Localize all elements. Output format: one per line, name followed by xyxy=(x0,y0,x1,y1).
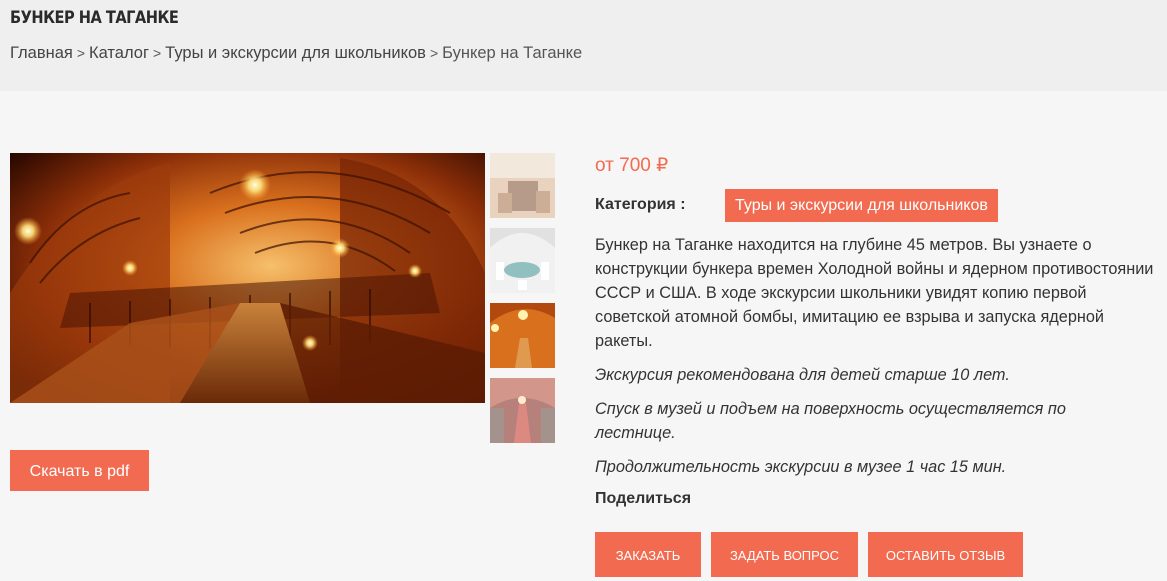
note-stairs: Спуск в музей и подъем на поверхность ос… xyxy=(595,400,1066,442)
download-pdf-button[interactable]: Скачать в pdf xyxy=(10,450,149,491)
share-label: Поделиться xyxy=(595,490,692,507)
product-description: Бункер на Таганке находится на глубине 4… xyxy=(595,236,1154,350)
breadcrumb-separator: > xyxy=(76,45,85,61)
thumbnail-2[interactable] xyxy=(490,228,555,293)
note-duration: Продолжительность экскурсии в музее 1 ча… xyxy=(595,458,1007,476)
note-age: Экскурсия рекомендована для детей старше… xyxy=(595,366,1010,384)
breadcrumb-separator: > xyxy=(429,45,439,61)
thumbnail-4[interactable] xyxy=(490,378,555,443)
price: от 700 ₽ xyxy=(595,155,669,176)
breadcrumb: Главная > Каталог > Туры и экскурсии для шко… xyxy=(10,44,582,63)
breadcrumb-separator: > xyxy=(152,45,162,61)
breadcrumb-home[interactable]: Главная xyxy=(10,44,73,62)
breadcrumb-current: Бункер на Таганке xyxy=(442,44,583,62)
breadcrumb-catalog[interactable]: Каталог xyxy=(89,44,149,62)
order-button[interactable]: Заказать xyxy=(595,532,701,577)
thumbnail-1[interactable] xyxy=(490,153,555,218)
page-title: Бункер на Таганке xyxy=(10,8,179,28)
breadcrumb-category[interactable]: Туры и экскурсии для школьников xyxy=(165,44,426,62)
main-product-image[interactable] xyxy=(10,153,485,403)
category-label: Категория : xyxy=(595,196,686,213)
thumbnail-3-active[interactable] xyxy=(490,303,555,368)
category-badge[interactable]: Туры и экскурсии для школьников xyxy=(725,189,998,222)
ask-question-button[interactable]: Задать вопрос xyxy=(711,532,858,577)
leave-review-button[interactable]: Оставить отзыв xyxy=(868,532,1023,577)
